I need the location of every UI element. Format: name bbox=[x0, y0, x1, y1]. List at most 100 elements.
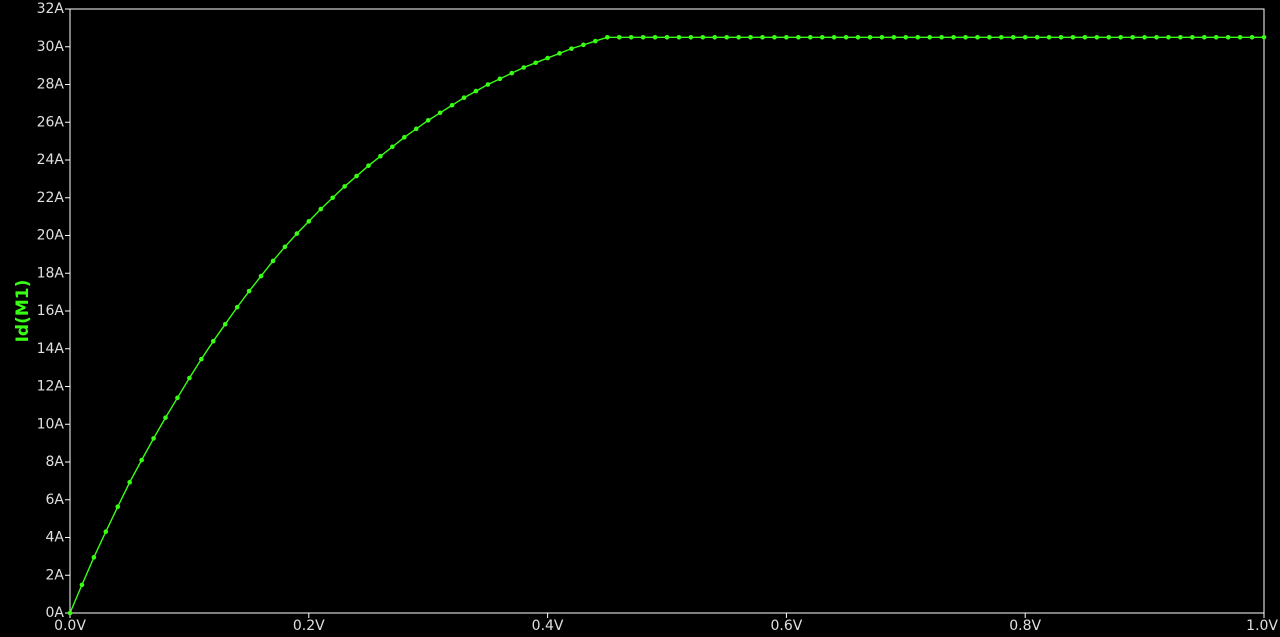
y-tick-label: 26A bbox=[37, 114, 65, 130]
data-point bbox=[963, 35, 968, 40]
data-point bbox=[1213, 35, 1219, 40]
data-point bbox=[187, 375, 192, 381]
y-tick-label: 20A bbox=[37, 228, 65, 244]
data-point bbox=[294, 231, 300, 236]
data-point bbox=[354, 173, 359, 179]
data-point bbox=[222, 321, 228, 327]
data-point bbox=[545, 55, 550, 61]
data-point bbox=[151, 436, 156, 441]
series-line bbox=[69, 36, 1264, 614]
data-point bbox=[784, 35, 789, 40]
data-point bbox=[736, 35, 741, 40]
y-tick-label: 24A bbox=[37, 152, 65, 168]
data-point bbox=[652, 35, 658, 40]
data-point bbox=[1166, 35, 1171, 40]
x-tick-label: 0.6V bbox=[770, 618, 802, 634]
y-tick-label: 16A bbox=[37, 303, 65, 319]
y-tick-label: 14A bbox=[37, 341, 65, 357]
data-point bbox=[891, 35, 897, 40]
x-tick-label: 0.4V bbox=[532, 618, 564, 634]
data-point bbox=[366, 163, 371, 168]
data-point bbox=[497, 76, 503, 82]
data-point bbox=[1118, 35, 1124, 40]
data-point bbox=[1010, 35, 1016, 40]
data-point bbox=[987, 35, 992, 40]
data-point bbox=[533, 60, 538, 66]
x-tick-label: 0.8V bbox=[1009, 618, 1041, 634]
data-point bbox=[760, 35, 765, 40]
data-point bbox=[1178, 35, 1183, 40]
data-point bbox=[999, 35, 1004, 40]
y-tick-label: 18A bbox=[37, 265, 65, 281]
plot-frame bbox=[69, 8, 1265, 614]
data-point bbox=[1261, 35, 1267, 40]
data-point bbox=[390, 144, 395, 150]
data-point bbox=[1237, 35, 1243, 40]
data-point bbox=[796, 35, 801, 40]
y-tick-label: 10A bbox=[37, 416, 65, 432]
data-point bbox=[91, 555, 97, 560]
data-point bbox=[855, 35, 861, 40]
data-point bbox=[1022, 35, 1028, 40]
x-tick-label: 0.0V bbox=[54, 618, 86, 634]
x-tick-label: 1.0V bbox=[1246, 618, 1278, 634]
data-point bbox=[139, 457, 144, 463]
data-point bbox=[951, 35, 956, 40]
data-point bbox=[593, 38, 598, 44]
y-tick-label: 4A bbox=[46, 530, 65, 546]
data-point bbox=[676, 35, 682, 40]
data-point bbox=[1225, 35, 1231, 40]
data-point bbox=[700, 35, 706, 40]
y-tick-label: 22A bbox=[37, 190, 65, 206]
y-tick-label: 8A bbox=[46, 454, 65, 470]
data-point bbox=[485, 82, 491, 87]
data-point bbox=[628, 35, 634, 40]
data-point bbox=[581, 42, 586, 48]
data-point bbox=[330, 195, 335, 201]
data-point bbox=[664, 35, 670, 40]
data-point bbox=[413, 126, 419, 132]
data-point bbox=[270, 258, 276, 264]
data-point bbox=[115, 504, 121, 510]
data-point bbox=[258, 273, 264, 279]
data-point bbox=[1142, 35, 1147, 40]
y-tick-label: 2A bbox=[46, 567, 65, 583]
data-point bbox=[903, 35, 909, 40]
data-point bbox=[318, 206, 324, 212]
y-tick-label: 28A bbox=[37, 77, 65, 93]
data-point bbox=[509, 70, 515, 76]
data-point bbox=[1202, 35, 1207, 40]
data-point bbox=[843, 35, 849, 40]
x-tick-label: 0.2V bbox=[293, 618, 325, 634]
data-point bbox=[103, 529, 109, 534]
data-point bbox=[461, 95, 467, 101]
data-point bbox=[306, 219, 312, 224]
data-point bbox=[425, 118, 431, 123]
data-point bbox=[712, 35, 718, 40]
y-tick-label: 30A bbox=[37, 39, 65, 55]
data-point bbox=[246, 288, 252, 294]
data-point bbox=[79, 582, 85, 588]
iv-curve-plot: 0A2A4A6A8A10A12A14A16A18A20A22A24A26A28A… bbox=[13, 1, 1278, 634]
data-point bbox=[521, 65, 527, 70]
data-point bbox=[1058, 35, 1064, 40]
data-point bbox=[640, 35, 646, 40]
data-point bbox=[688, 35, 694, 40]
y-axis-label: Id(M1) bbox=[13, 280, 33, 343]
data-point bbox=[1154, 35, 1159, 40]
data-point bbox=[819, 35, 825, 40]
data-point bbox=[569, 46, 574, 51]
data-point bbox=[975, 35, 980, 40]
data-point bbox=[127, 479, 132, 485]
data-point bbox=[234, 304, 240, 310]
data-point bbox=[748, 35, 753, 40]
data-point bbox=[831, 35, 837, 40]
data-point bbox=[927, 35, 932, 40]
data-point bbox=[616, 35, 622, 40]
data-point bbox=[1106, 35, 1112, 40]
y-tick-label: 12A bbox=[37, 379, 65, 395]
data-point bbox=[867, 35, 873, 40]
data-point bbox=[1130, 35, 1135, 40]
data-point bbox=[402, 135, 407, 140]
data-point bbox=[163, 415, 168, 420]
